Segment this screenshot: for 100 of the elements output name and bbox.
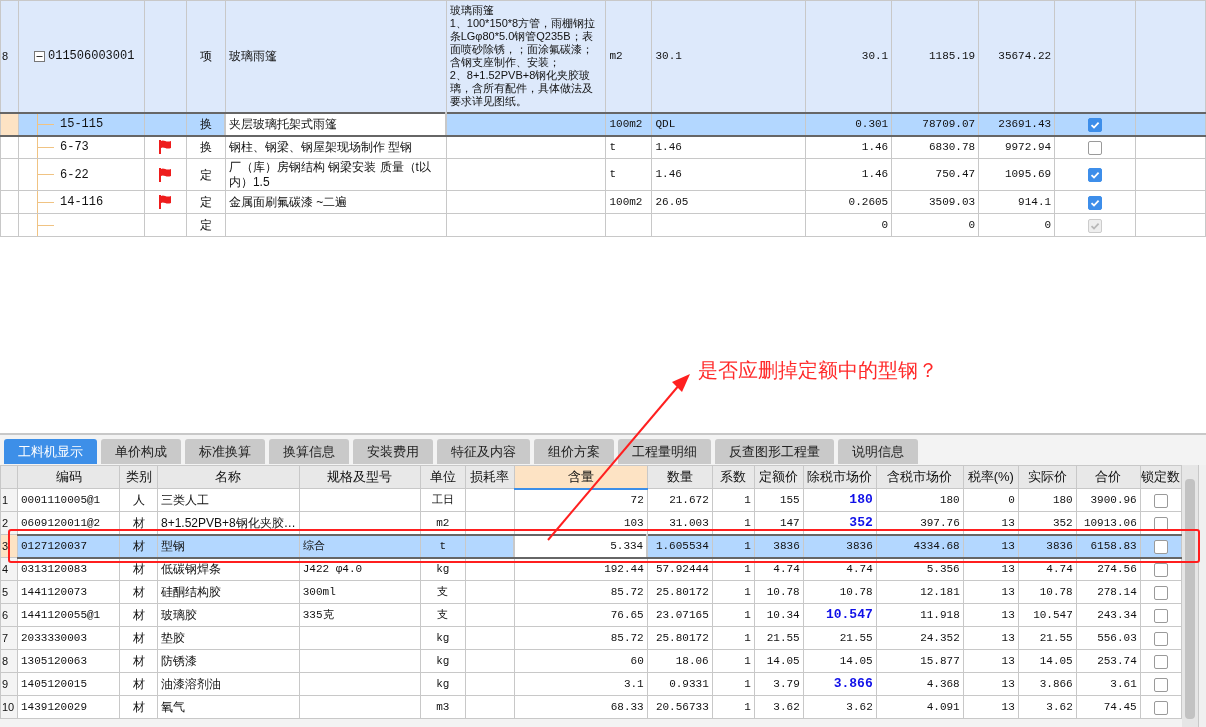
table-cell: 材 <box>119 580 158 604</box>
row-number: 1 <box>0 488 18 512</box>
checkbox[interactable] <box>1088 141 1103 156</box>
column-header[interactable]: 实际价 <box>1018 465 1077 489</box>
column-header[interactable]: 规格及型号 <box>299 465 421 489</box>
row-number: 6 <box>0 603 18 627</box>
panel-tab[interactable]: 组价方案 <box>534 439 614 464</box>
checkbox[interactable] <box>1153 539 1168 554</box>
table-cell: kg <box>420 557 466 581</box>
checkbox[interactable] <box>1153 563 1168 578</box>
row-number: 5 <box>0 580 18 604</box>
table-row[interactable]: 8 1305120063 材 防锈漆 kg 60 18.06 1 14.05 14.05 15.877 13 14.05 253.74 <box>0 649 1182 673</box>
checkbox[interactable] <box>1153 677 1168 692</box>
column-header[interactable]: 含税市场价 <box>876 465 964 489</box>
table-cell: 低碳钢焊条 <box>157 557 300 581</box>
table-cell: 4334.68 <box>876 534 964 558</box>
panel-tab[interactable]: 特征及内容 <box>437 439 530 464</box>
table-cell: 78709.07 <box>891 112 979 136</box>
table-cell: kg <box>420 672 466 696</box>
table-row[interactable]: 9 1405120015 材 油漆溶剂油 kg 3.1 0.9331 1 3.79 3.866 4.368 13 3.866 3.61 <box>0 672 1182 696</box>
table-cell: 15.877 <box>876 649 964 673</box>
quota-code: 14-116 <box>60 194 104 211</box>
table-cell: 0313120083 <box>17 557 120 581</box>
table-cell: 10.547 <box>1018 603 1077 627</box>
name-cell: 钢柱、钢梁、钢屋架现场制作 型钢 <box>225 135 447 159</box>
table-row[interactable]: 10 1439120029 材 氧气 m3 68.33 20.56733 1 3.62 3.62 4.091 13 3.62 74.45 <box>0 695 1182 719</box>
column-header[interactable]: 除税市场价 <box>803 465 877 489</box>
table-cell: 26.05 <box>651 190 806 214</box>
column-header[interactable]: 含量 <box>514 465 648 489</box>
checkbox[interactable] <box>1153 654 1168 669</box>
table-row[interactable]: 1 0001110005@1 人 三类人工 工日 72 21.672 1 155 180 180 0 180 3900.96 <box>0 488 1182 512</box>
table-cell: 3.61 <box>1076 672 1141 696</box>
table-cell: 1 <box>712 649 755 673</box>
checkbox[interactable] <box>1088 195 1103 210</box>
checkbox[interactable] <box>1153 631 1168 646</box>
table-cell: 60 <box>514 649 648 673</box>
checkbox[interactable] <box>1088 168 1103 183</box>
table-cell: 硅酮结构胶 <box>157 580 300 604</box>
column-header[interactable]: 税率(%) <box>963 465 1019 489</box>
type-cell: 定 <box>186 158 226 191</box>
table-cell: 100m2 <box>605 190 652 214</box>
table-row[interactable]: 6-22 定 厂（库）房钢结构 钢梁安装 质量（t以内）1.5 t 1.46 1.46 750.47 1095.69 <box>0 158 1206 191</box>
table-cell: 300ml <box>299 580 421 604</box>
table-row[interactable]: 6 1441120055@1 材 玻璃胶 335克 支 76.65 23.07165 1 10.34 10.547 11.918 13 10.547 243.34 <box>0 603 1182 627</box>
check-icon <box>1090 170 1101 181</box>
table-cell: 274.56 <box>1076 557 1141 581</box>
column-header[interactable]: 单位 <box>420 465 466 489</box>
table-row[interactable]: 8 011506003001 项 玻璃雨篷 玻璃雨篷 1、100*150*8方管，雨棚钢拉条LGφ80*5.0钢管Q235B；表面喷砂除锈，；面涂氟碳漆；含钢支座制作、安装； 2、8+1.52PVB+8钢化夹胶玻璃，含所有配件，具体做法及要求详见图纸。 m2 30.1 30.1 1185.19 35674.22 <box>0 0 1206 113</box>
table-cell: 3.866 <box>1018 672 1077 696</box>
table-cell: 4.368 <box>876 672 964 696</box>
table-cell: 0127120037 <box>17 534 120 558</box>
table-row[interactable]: 3 0127120037 材 型钢 综合 t 5.334 1.605534 1 3836 3836 4334.68 13 3836 6158.83 <box>0 534 1182 558</box>
checkbox[interactable] <box>1153 608 1168 623</box>
table-row[interactable]: 5 1441120073 材 硅酮结构胶 300ml 支 85.72 25.80172 1 10.78 10.78 12.181 13 10.78 278.14 <box>0 580 1182 604</box>
table-row[interactable]: 14-116 定 金属面刷氟碳漆 ~二遍 100m2 26.05 0.2605 3509.03 914.1 <box>0 190 1206 214</box>
table-cell: 型钢 <box>157 534 300 558</box>
table-cell: 10.78 <box>754 580 804 604</box>
panel-tab[interactable]: 单价构成 <box>101 439 181 464</box>
column-header[interactable]: 合价 <box>1076 465 1141 489</box>
panel-tab[interactable]: 工程量明细 <box>618 439 711 464</box>
table-row[interactable]: 6-73 换 钢柱、钢梁、钢屋架现场制作 型钢 t 1.46 1.46 6830.78 9972.94 <box>0 135 1206 159</box>
table-cell: 0.2605 <box>805 190 892 214</box>
table-cell: 1 <box>712 695 755 719</box>
table-cell: 750.47 <box>891 158 979 191</box>
table-cell: 4.74 <box>803 557 877 581</box>
panel-tab[interactable]: 标准换算 <box>185 439 265 464</box>
checkbox[interactable] <box>1153 493 1168 508</box>
column-header[interactable]: 锁定数 <box>1140 465 1182 489</box>
column-header[interactable]: 系数 <box>712 465 755 489</box>
table-row[interactable]: 4 0313120083 材 低碳钢焊条 J422 φ4.0 kg 192.44 57.92444 1 4.74 4.74 5.356 13 4.74 274.56 <box>0 557 1182 581</box>
panel-tab[interactable]: 说明信息 <box>838 439 918 464</box>
table-cell: 23691.43 <box>978 112 1055 136</box>
table-cell: m3 <box>420 695 466 719</box>
column-header[interactable]: 名称 <box>157 465 300 489</box>
checkbox[interactable] <box>1153 700 1168 715</box>
table-cell: 85.72 <box>514 626 648 650</box>
panel-tab[interactable]: 安装费用 <box>353 439 433 464</box>
table-row[interactable]: 7 2033330003 材 垫胶 kg 85.72 25.80172 1 21.55 21.55 24.352 13 21.55 556.03 <box>0 626 1182 650</box>
checkbox[interactable] <box>1153 516 1168 531</box>
column-header[interactable]: 定额价 <box>754 465 804 489</box>
table-cell: 1 <box>712 626 755 650</box>
collapse-icon[interactable] <box>34 50 45 62</box>
check-icon <box>1090 197 1101 208</box>
checkbox[interactable] <box>1088 117 1103 132</box>
table-cell: 1 <box>712 488 755 512</box>
panel-tab[interactable]: 反查图形工程量 <box>715 439 834 464</box>
table-cell: t <box>420 534 466 558</box>
row-number: 8 <box>0 649 18 673</box>
column-header[interactable]: 编码 <box>17 465 120 489</box>
panel-tab[interactable]: 换算信息 <box>269 439 349 464</box>
table-cell: 材 <box>119 695 158 719</box>
name-cell: 厂（库）房钢结构 钢梁安装 质量（t以内）1.5 <box>225 158 447 191</box>
checkbox[interactable] <box>1153 585 1168 600</box>
table-cell: 3.62 <box>1018 695 1077 719</box>
column-header[interactable]: 类别 <box>119 465 158 489</box>
column-header[interactable]: 损耗率 <box>465 465 515 489</box>
table-cell: 13 <box>963 672 1019 696</box>
column-header[interactable]: 数量 <box>647 465 713 489</box>
table-row[interactable]: 15-115 换 夹层玻璃托架式雨篷 100m2 QDL 0.301 78709.07 23691.43 <box>0 112 1206 136</box>
table-cell: 192.44 <box>514 557 648 581</box>
